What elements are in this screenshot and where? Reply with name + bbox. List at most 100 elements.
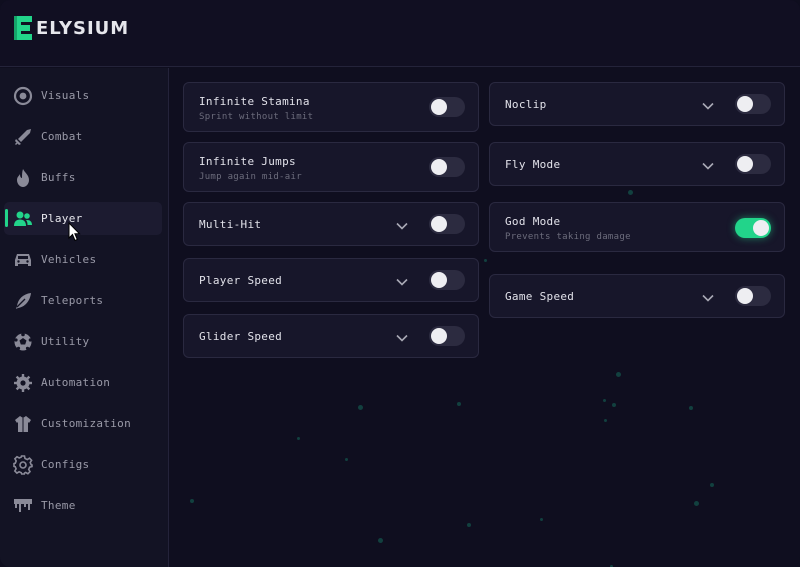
sword-icon [13,127,33,147]
toggle-knob [753,220,769,236]
feature-card-player-speed: Player Speed [183,258,479,302]
particle-dot [616,372,621,377]
feature-card-glider-speed: Glider Speed [183,314,479,358]
toggle-knob [431,272,447,288]
sidebar-item-label: Vehicles [41,253,97,266]
toggle-switch[interactable] [735,154,771,174]
toggle-knob [431,216,447,232]
sidebar-item-configs[interactable]: Configs [4,448,162,481]
feature-title: Multi-Hit [199,218,262,231]
sidebar-item-label: Customization [41,417,131,430]
sidebar-item-teleports[interactable]: Teleports [4,284,162,317]
feature-card-infinite-stamina: Infinite Stamina Sprint without limit [183,82,479,132]
particle-dot [628,190,633,195]
feature-title: Noclip [505,98,547,111]
sidebar-item-label: Automation [41,376,111,389]
particle-dot [297,437,300,440]
particle-dot [689,406,693,410]
feature-card-multi-hit: Multi-Hit [183,202,479,246]
eye-icon [13,86,33,106]
particle-dot [612,403,616,407]
toggle-knob [431,99,447,115]
app-window: ELYSIUM Visuals Combat Buffs Player Vehi… [0,0,800,567]
sidebar-item-theme[interactable]: Theme [4,489,162,522]
particle-dot [190,499,194,503]
toggle-knob [431,328,447,344]
sidebar-item-combat[interactable]: Combat [4,120,162,153]
sidebar-item-automation[interactable]: Automation [4,366,162,399]
particle-dot [540,518,543,521]
car-icon [13,250,33,270]
particle-dot [378,538,383,543]
toggle-switch[interactable] [735,218,771,238]
toggle-knob [737,288,753,304]
sidebar-item-label: Configs [41,458,90,471]
sidebar: Visuals Combat Buffs Player Vehicles Tel… [0,68,169,567]
app-name: ELYSIUM [36,17,130,39]
toggle-knob [737,96,753,112]
sidebar-item-vehicles[interactable]: Vehicles [4,243,162,276]
top-bar: ELYSIUM [0,0,800,67]
sidebar-item-visuals[interactable]: Visuals [4,79,162,112]
feature-title: Infinite Stamina [199,95,310,108]
particle-dot [467,523,471,527]
sidebar-item-label: Buffs [41,171,76,184]
gear-spiked-icon [13,373,33,393]
feature-card-noclip: Noclip [489,82,785,126]
paint-drip-icon [13,496,33,516]
feature-title: Fly Mode [505,158,561,171]
logo-e-icon [12,15,34,41]
feature-card-god-mode: God Mode Prevents taking damage [489,202,785,252]
users-icon [13,209,33,229]
toggle-switch[interactable] [429,97,465,117]
particle-dot [358,405,363,410]
sidebar-item-label: Combat [41,130,83,143]
active-indicator [5,209,8,227]
flame-icon [13,168,33,188]
chevron-down-icon[interactable] [395,274,409,288]
feature-subtitle: Sprint without limit [199,112,314,122]
toggle-switch[interactable] [429,214,465,234]
toggle-switch[interactable] [735,286,771,306]
chevron-down-icon[interactable] [701,98,715,112]
feature-card-infinite-jumps: Infinite Jumps Jump again mid-air [183,142,479,192]
feature-title: God Mode [505,215,561,228]
particle-dot [603,399,606,402]
chevron-down-icon[interactable] [395,330,409,344]
sidebar-item-label: Utility [41,335,90,348]
particle-dot [484,259,487,262]
ball-icon [13,332,33,352]
sidebar-item-customization[interactable]: Customization [4,407,162,440]
mouse-cursor-icon [68,221,82,242]
feature-card-game-speed: Game Speed [489,274,785,318]
particle-dot [694,501,699,506]
chevron-down-icon[interactable] [701,158,715,172]
feature-title: Glider Speed [199,330,283,343]
particle-dot [457,402,461,406]
sidebar-item-label: Visuals [41,89,90,102]
feather-icon [13,291,33,311]
particle-dot [604,419,607,422]
particle-dot [710,483,714,487]
particle-dot [345,458,348,461]
feature-subtitle: Jump again mid-air [199,172,302,182]
logo: ELYSIUM [12,15,129,41]
sidebar-item-label: Teleports [41,294,104,307]
sidebar-item-player[interactable]: Player [4,202,162,235]
chevron-down-icon[interactable] [395,218,409,232]
toggle-knob [737,156,753,172]
settings-icon [13,454,33,475]
toggle-switch[interactable] [735,94,771,114]
sidebar-item-buffs[interactable]: Buffs [4,161,162,194]
toggle-knob [431,159,447,175]
feature-subtitle: Prevents taking damage [505,232,631,242]
sidebar-item-utility[interactable]: Utility [4,325,162,358]
chevron-down-icon[interactable] [701,290,715,304]
feature-title: Infinite Jumps [199,155,296,168]
toggle-switch[interactable] [429,270,465,290]
toggle-switch[interactable] [429,326,465,346]
sidebar-item-label: Theme [41,499,76,512]
feature-title: Game Speed [505,290,575,303]
feature-title: Player Speed [199,274,283,287]
toggle-switch[interactable] [429,157,465,177]
